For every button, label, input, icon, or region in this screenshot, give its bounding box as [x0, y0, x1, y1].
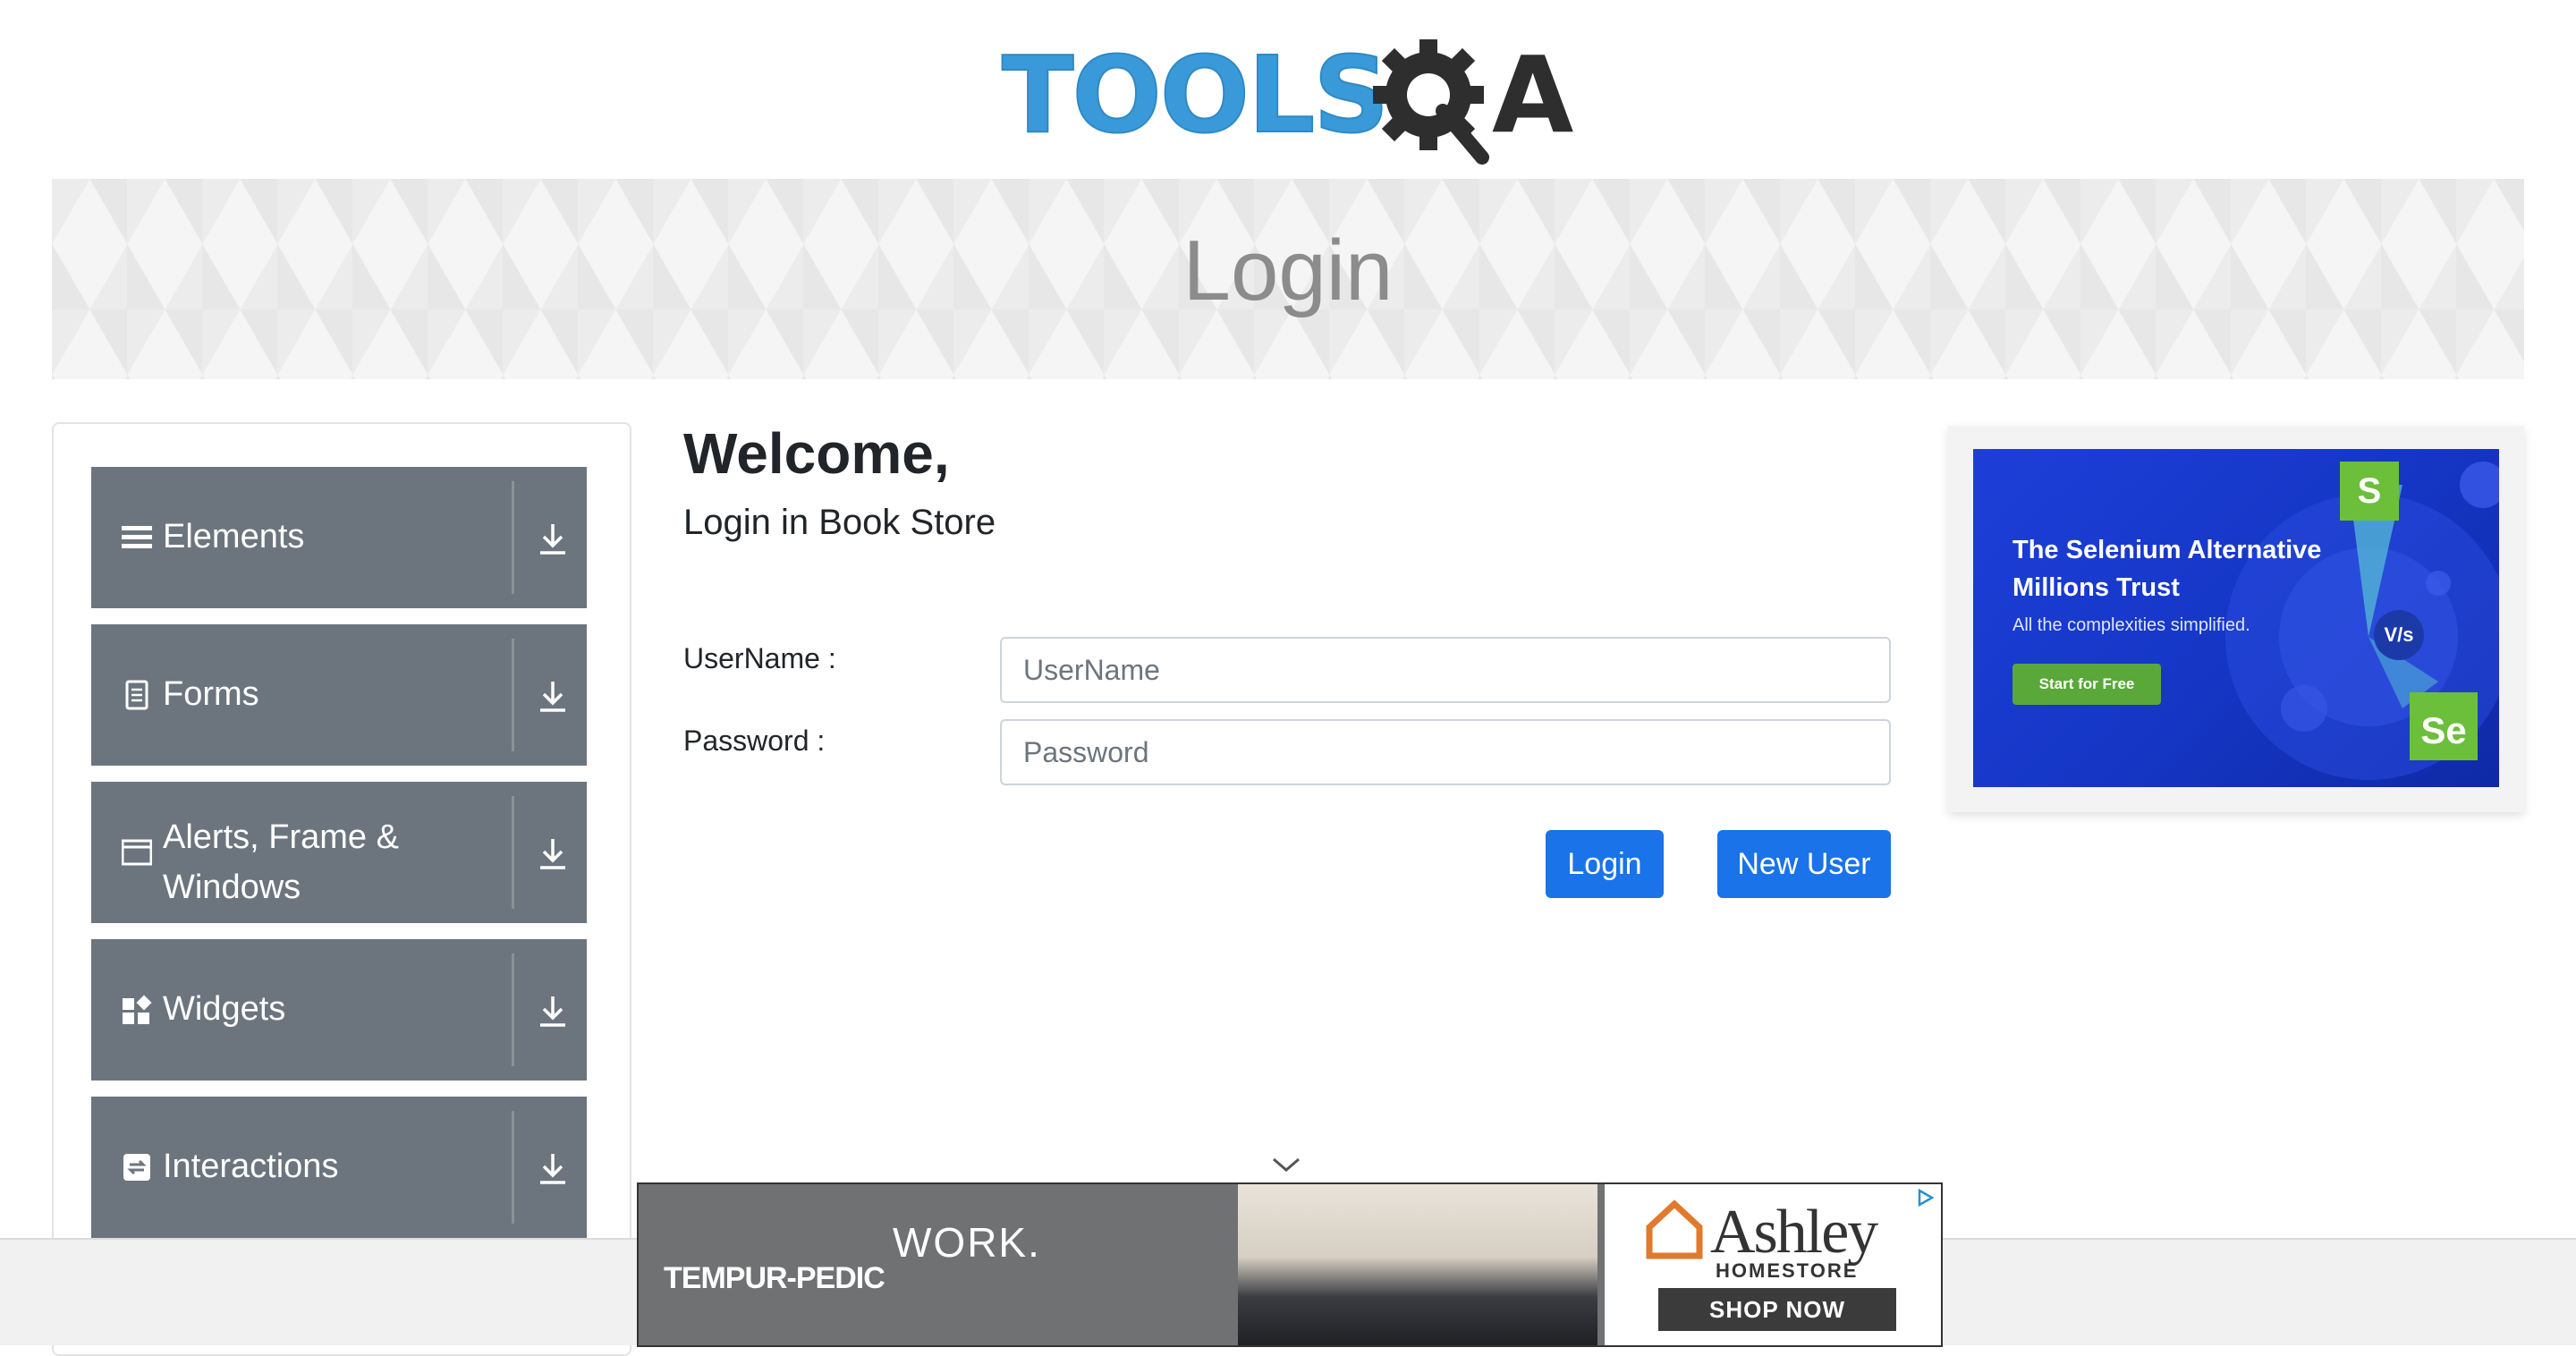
tempur-pedic-logo: TEMPUR-PEDIC	[664, 1261, 886, 1295]
widgets-icon	[123, 995, 152, 1024]
divider	[512, 953, 514, 1066]
hamburger-icon	[122, 526, 152, 548]
sidebar-group-label: Widgets	[163, 990, 286, 1028]
sidebar-group-alerts-frame-windows[interactable]: Alerts, Frame & Windows	[91, 782, 587, 923]
password-input[interactable]	[1000, 719, 1891, 785]
welcome-heading: Welcome,	[683, 421, 950, 486]
download-arrow-icon[interactable]	[535, 678, 571, 714]
download-arrow-icon[interactable]	[535, 993, 571, 1029]
sidebar-group-label: Alerts, Frame & Windows	[163, 818, 399, 906]
ad-title: The Selenium Alternative Millions Trust	[2012, 531, 2321, 606]
side-advertisement[interactable]: S V/s Se The Selenium Alternative Millio…	[1948, 426, 2524, 812]
s-badge: S	[2340, 462, 2399, 521]
divider	[512, 639, 514, 751]
download-arrow-icon[interactable]	[535, 835, 571, 871]
ad-banner[interactable]: S V/s Se The Selenium Alternative Millio…	[1973, 449, 2499, 787]
download-arrow-icon[interactable]	[535, 1150, 571, 1186]
chevron-down-icon[interactable]	[1270, 1154, 1302, 1175]
gear-magnifier-icon	[1373, 39, 1489, 165]
logo-text: TOOLS	[1001, 32, 1390, 157]
interactions-icon	[123, 1154, 150, 1181]
bed-photo	[1238, 1184, 1597, 1345]
sidebar-group-widgets[interactable]: Widgets	[91, 939, 587, 1081]
username-input[interactable]	[1000, 637, 1891, 703]
sidebar-group-forms[interactable]: Forms	[91, 624, 587, 766]
house-icon	[1646, 1199, 1703, 1259]
sidebar: Elements Forms Alerts, Frame & Windows W…	[52, 422, 631, 1356]
adchoices-icon[interactable]	[1916, 1188, 1936, 1208]
page-banner: Login	[52, 179, 2524, 379]
se-badge: Se	[2410, 692, 2478, 760]
ashley-panel[interactable]: Ashley HOMESTORE SHOP NOW	[1605, 1184, 1941, 1345]
divider	[512, 1111, 514, 1224]
homestore-label: HOMESTORE	[1716, 1259, 1859, 1282]
login-button[interactable]: Login	[1546, 830, 1664, 898]
document-icon	[125, 680, 148, 710]
page-title: Login	[1182, 223, 1394, 318]
sidebar-group-elements[interactable]: Elements	[91, 467, 587, 608]
toolsqa-logo[interactable]: TOOLS A	[1001, 25, 1583, 168]
ad-cta-button[interactable]: Start for Free	[2012, 664, 2161, 705]
sidebar-group-interactions[interactable]: Interactions	[91, 1097, 587, 1238]
ashley-logo: Ashley	[1710, 1198, 1878, 1267]
vs-badge: V/s	[2374, 610, 2424, 660]
new-user-button[interactable]: New User	[1717, 830, 1891, 898]
divider	[512, 481, 514, 594]
window-icon	[122, 839, 152, 866]
bottom-advertisement[interactable]: TEMPUR-PEDIC WORK. Ashley HOMESTORE SHOP…	[637, 1182, 1943, 1347]
divider	[512, 796, 514, 909]
username-label: UserName :	[683, 642, 836, 674]
ad-title-line2: Millions Trust	[2012, 573, 2180, 602]
ad-tagline: WORK.	[893, 1219, 1041, 1266]
sidebar-group-label: Forms	[163, 675, 259, 713]
login-subheading: Login in Book Store	[683, 503, 996, 542]
shop-now-button[interactable]: SHOP NOW	[1658, 1288, 1896, 1331]
ad-title-line1: The Selenium Alternative	[2012, 536, 2322, 564]
ad-subtitle: All the complexities simplified.	[2012, 615, 2250, 635]
password-label: Password :	[683, 725, 826, 757]
logo-suffix: A	[1492, 33, 1574, 157]
download-arrow-icon[interactable]	[535, 521, 571, 556]
sidebar-group-label: Elements	[163, 518, 305, 555]
sidebar-group-label: Interactions	[163, 1148, 339, 1185]
